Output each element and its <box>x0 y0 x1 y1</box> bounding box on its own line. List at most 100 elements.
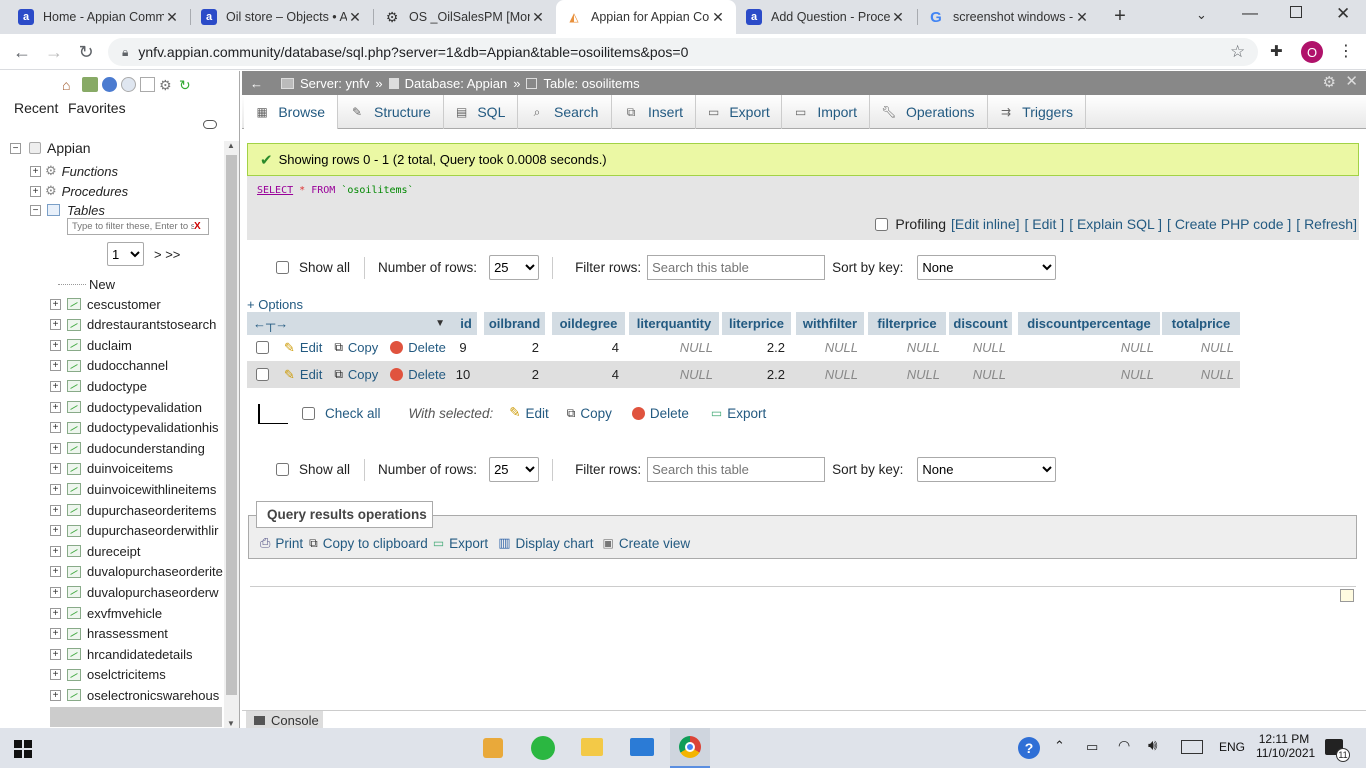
cell-filterprice[interactable]: NULL <box>868 334 940 361</box>
breadcrumb-server[interactable]: Server: ynfv <box>300 76 369 91</box>
expand-icon[interactable]: + <box>50 566 61 578</box>
show-all-checkbox[interactable] <box>276 261 289 274</box>
cell-oildegree[interactable]: 4 <box>552 334 619 361</box>
scrollbar-thumb[interactable] <box>226 155 237 695</box>
filter-rows-input[interactable] <box>647 457 826 482</box>
filter-rows-input[interactable] <box>647 255 826 280</box>
forward-icon[interactable]: → <box>42 40 66 64</box>
column-header-oildegree[interactable]: oildegree <box>552 312 625 335</box>
group-functions[interactable]: + ⚙ Functions <box>30 161 118 181</box>
tab-export[interactable]: ▭ Export <box>696 95 782 129</box>
sidebar-table-item[interactable]: + dudoctype <box>50 376 147 396</box>
sidebar-table-item[interactable]: + duclaim <box>50 335 132 355</box>
explain-sql-link[interactable]: [ Explain SQL ] <box>1069 216 1162 232</box>
clock[interactable]: 12:11 PM 11/10/2021 <box>1256 732 1315 760</box>
column-header-literprice[interactable]: literprice <box>722 312 791 335</box>
next-page-link[interactable]: > >> <box>154 247 180 262</box>
keyboard-icon[interactable] <box>1181 740 1203 754</box>
row-checkbox[interactable] <box>256 341 269 354</box>
help-icon[interactable]: ? <box>1018 737 1040 759</box>
close-tab-icon[interactable]: ✕ <box>1074 9 1090 26</box>
bulk-edit-button[interactable]: Edit <box>526 406 549 421</box>
clear-filter-icon[interactable]: X <box>194 221 201 232</box>
home-icon[interactable]: ⌂ <box>62 77 78 93</box>
browser-tab-1[interactable]: a Home - Appian Comm ✕ <box>8 0 190 34</box>
display-chart-link[interactable]: Display chart <box>515 536 593 551</box>
group-tables[interactable]: − Tables <box>30 200 105 220</box>
sidebar-table-item[interactable]: + cescustomer <box>50 294 161 314</box>
cell-discountpercentage[interactable]: NULL <box>1018 361 1154 388</box>
expand-icon[interactable]: + <box>50 360 61 372</box>
group-procedures[interactable]: + ⚙ Procedures <box>30 181 128 201</box>
column-toggle-arrows-icon[interactable]: ←┬→ <box>253 316 288 331</box>
collapse-arrow-icon[interactable]: ← <box>250 76 263 91</box>
sidebar-table-item[interactable]: + ddrestaurantstosearch <box>50 315 216 335</box>
show-all-checkbox[interactable] <box>276 463 289 476</box>
expand-icon[interactable]: + <box>50 504 61 516</box>
column-header-totalprice[interactable]: totalprice <box>1162 312 1240 335</box>
scroll-up-icon[interactable]: ▲ <box>227 141 235 150</box>
column-header-filterprice[interactable]: filterprice <box>868 312 946 335</box>
tab-browse[interactable]: ▦ Browse <box>244 95 338 129</box>
sidebar-table-item[interactable]: + dudoctypevalidationhis <box>50 418 219 438</box>
sidebar-table-item[interactable]: + dudocunderstanding <box>50 438 205 458</box>
check-all-checkbox[interactable] <box>302 406 315 420</box>
bulk-copy-button[interactable]: Copy <box>580 406 612 421</box>
cell-oildegree[interactable]: 4 <box>552 361 619 388</box>
page-select[interactable]: 1 <box>107 242 144 266</box>
store-icon[interactable] <box>483 738 503 758</box>
check-all-label[interactable]: Check all <box>325 406 381 421</box>
sidebar-table-item[interactable]: + dupurchaseorderitems <box>50 500 216 520</box>
close-tab-icon[interactable]: ✕ <box>164 9 180 26</box>
browser-tab-2[interactable]: a Oil store – Objects • A ✕ <box>191 0 373 34</box>
page-settings-icon[interactable] <box>1340 589 1354 602</box>
cell-totalprice[interactable]: NULL <box>1162 361 1234 388</box>
battery-icon[interactable]: ▭ <box>1086 739 1098 755</box>
file-explorer-icon[interactable] <box>581 738 603 756</box>
sidebar-table-item[interactable]: + exvfmvehicle <box>50 603 162 623</box>
expand-icon[interactable]: + <box>50 586 61 598</box>
new-table-node[interactable]: New <box>58 274 115 294</box>
row-copy-button[interactable]: Copy <box>348 340 378 355</box>
sidebar-table-item[interactable]: + dudoctypevalidation <box>50 397 202 417</box>
tab-import[interactable]: ▭ Import <box>782 95 870 129</box>
help-icon[interactable] <box>102 77 117 92</box>
print-link[interactable]: Print <box>275 536 303 551</box>
close-tab-icon[interactable]: ✕ <box>890 9 906 26</box>
settings-icon[interactable]: ⚙ <box>159 77 175 93</box>
profiling-checkbox[interactable] <box>875 217 889 231</box>
close-tab-icon[interactable]: ✕ <box>710 9 726 26</box>
sort-key-select[interactable]: None <box>917 457 1057 482</box>
expand-icon[interactable]: + <box>50 339 61 351</box>
cell-literprice[interactable]: 2.2 <box>722 361 785 388</box>
tab-structure[interactable]: ✎ Structure <box>338 95 444 129</box>
sidebar-table-item[interactable]: + oselectronicswarehous <box>50 685 219 705</box>
row-delete-button[interactable]: Delete <box>408 367 446 382</box>
options-link[interactable]: + Options <box>247 297 303 312</box>
create-php-link[interactable]: [ Create PHP code ] <box>1167 216 1291 232</box>
logout-icon[interactable] <box>82 77 98 92</box>
cell-literprice[interactable]: 2.2 <box>722 334 785 361</box>
refresh-icon[interactable]: ↻ <box>179 77 194 93</box>
collapse-icon[interactable]: ✕ <box>1345 72 1358 90</box>
console-toggle[interactable]: Console <box>246 711 323 729</box>
profile-avatar[interactable]: O <box>1301 41 1323 63</box>
close-tab-icon[interactable]: ✕ <box>530 9 546 26</box>
row-checkbox[interactable] <box>256 368 269 381</box>
num-rows-select[interactable]: 25 <box>489 457 540 482</box>
sidebar-table-item[interactable]: + oselctricitems <box>50 665 166 685</box>
row-edit-button[interactable]: Edit <box>300 367 322 382</box>
maximize-icon[interactable] <box>1290 6 1302 18</box>
edit-inline-link[interactable]: [Edit inline] <box>951 216 1019 232</box>
windows-start-icon[interactable] <box>14 740 32 758</box>
expand-icon[interactable]: + <box>50 689 61 701</box>
tab-search-icon[interactable]: ⌄ <box>1196 7 1207 23</box>
sidebar-table-item[interactable]: + hrassessment <box>50 624 168 644</box>
column-header-id[interactable]: id <box>455 312 477 335</box>
wifi-icon[interactable]: ◠ <box>1118 737 1130 754</box>
row-edit-button[interactable]: Edit <box>300 340 322 355</box>
cell-id[interactable]: 9 <box>455 334 471 361</box>
language-indicator[interactable]: ENG <box>1219 740 1245 754</box>
favorites-tab[interactable]: Favorites <box>68 100 126 116</box>
cell-literquantity[interactable]: NULL <box>629 334 713 361</box>
